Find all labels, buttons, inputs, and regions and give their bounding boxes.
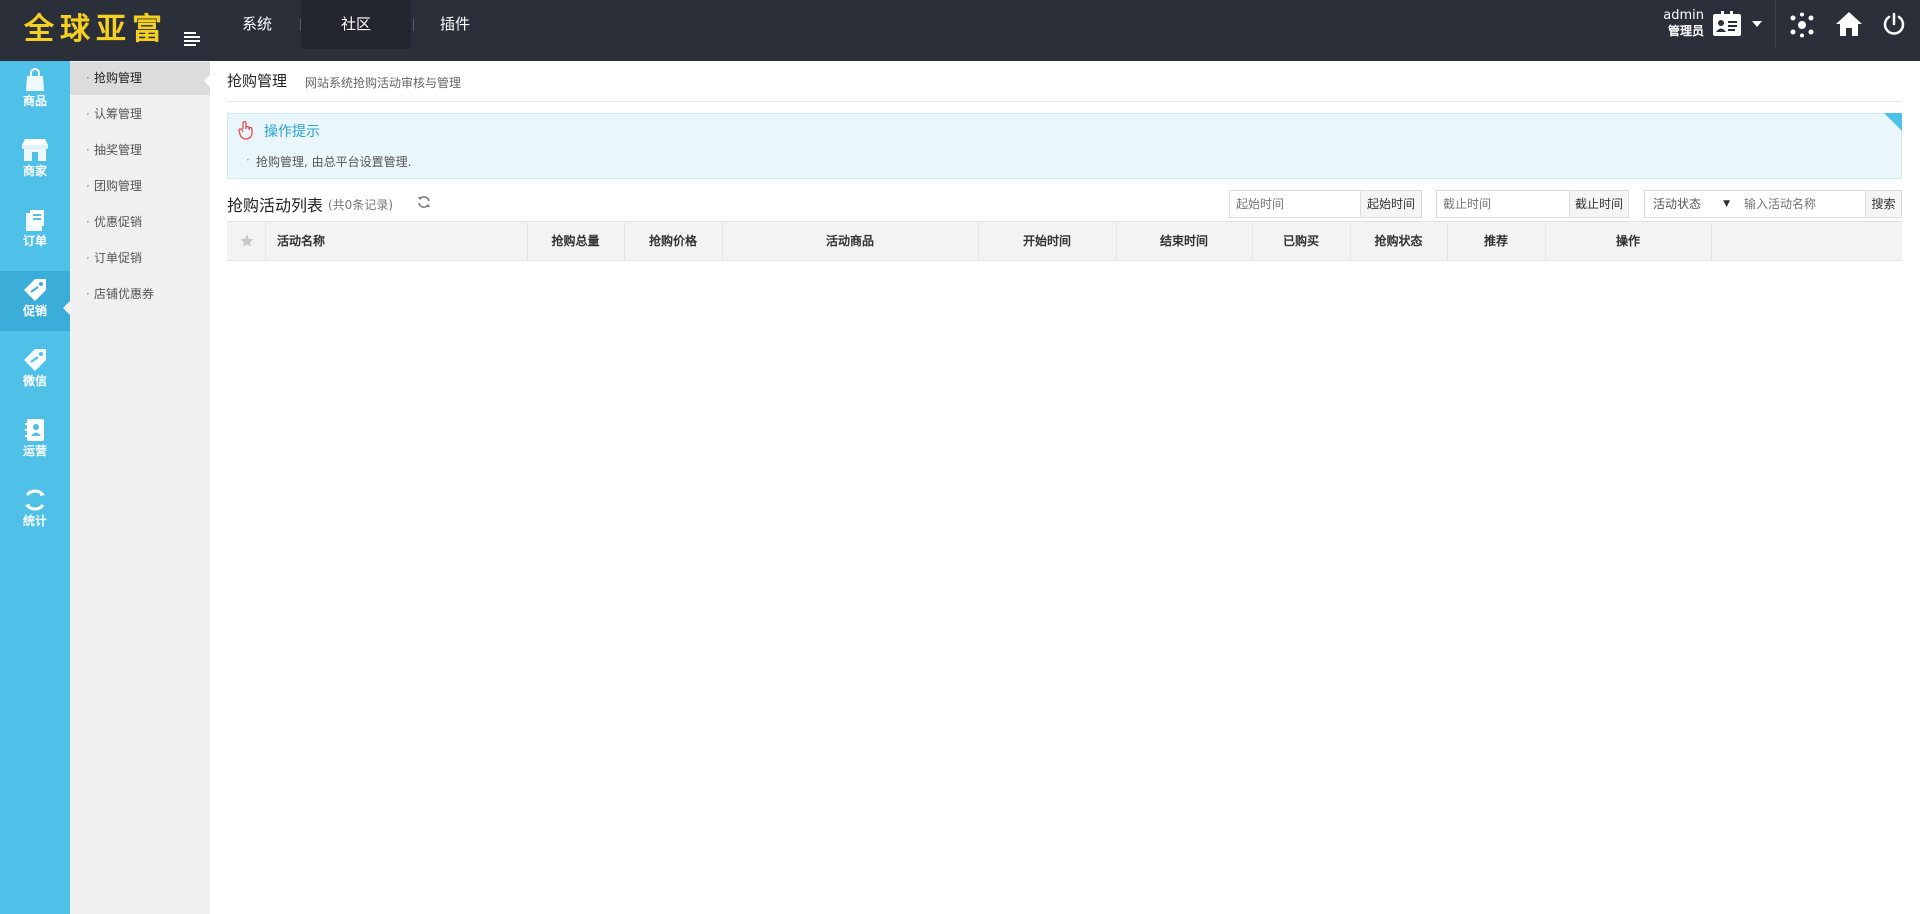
subnav-item-discounts[interactable]: 优惠促销	[70, 206, 210, 239]
subnav-item-label: 抢购管理	[94, 71, 143, 85]
top-nav-item-community[interactable]: 社区	[301, 0, 412, 49]
start-time-input[interactable]	[1229, 190, 1361, 218]
brand-logo[interactable]: 全球亚富	[24, 8, 168, 52]
caret-down-icon: ▼	[1723, 199, 1730, 209]
sidebar-item-promotions[interactable]: 促销	[0, 271, 70, 331]
subnav-item-store-coupons[interactable]: 店铺优惠券	[70, 278, 210, 311]
sidebar-item-label: 微信	[22, 374, 47, 388]
top-bar: 全球亚富 系统 社区 插件 admin 管理员	[0, 0, 1920, 61]
column-header-status: 抢购状态	[1374, 234, 1423, 248]
subnav-item-flash-sale[interactable]: 抢购管理	[70, 62, 211, 95]
subnav-item-label: 优惠促销	[94, 215, 143, 229]
top-divider	[1775, 0, 1776, 49]
column-divider	[265, 222, 266, 260]
tips-item: 抢购管理, 由总平台设置管理.	[246, 153, 411, 170]
sidebar-item-label: 运营	[22, 444, 47, 458]
column-header-purchased: 已购买	[1282, 234, 1319, 248]
sidebar-item-orders[interactable]: 订单	[0, 201, 70, 261]
collapse-corner-toggle[interactable]	[1884, 113, 1902, 131]
column-header-recommend: 推荐	[1483, 234, 1508, 248]
subnav-item-label: 认筹管理	[94, 107, 143, 121]
shopping-bag-icon	[26, 68, 44, 91]
search-button[interactable]: 搜索	[1865, 190, 1902, 218]
hand-pointer-icon	[238, 120, 253, 140]
sidebar-item-label: 商家	[22, 164, 47, 178]
sidebar-item-goods[interactable]: 商品	[0, 61, 70, 121]
chevron-down-icon[interactable]	[1752, 21, 1762, 27]
secondary-sidebar: 抢购管理 认筹管理 抽奖管理 团购管理 优惠促销 订单促销 店铺优惠券	[70, 61, 211, 914]
subnav-item-lottery[interactable]: 抽奖管理	[70, 134, 210, 167]
column-header-activity-name: 活动名称	[277, 234, 326, 248]
column-header-start-time: 开始时间	[1022, 234, 1071, 248]
top-nav-item-system[interactable]: 系统	[216, 0, 298, 49]
list-title: 抢购活动列表	[227, 196, 324, 215]
main-content: 抢购管理 网站系统抢购活动审核与管理 操作提示 抢购管理, 由总平台设置管理. …	[210, 61, 1920, 914]
column-header-end-time: 结束时间	[1159, 234, 1208, 248]
start-time-button[interactable]: 起始时间	[1360, 190, 1422, 218]
wechat-icon	[24, 349, 46, 371]
price-tag-icon	[24, 279, 46, 301]
subnav-item-crowdfunding[interactable]: 认筹管理	[70, 98, 210, 131]
sidebar-item-wechat[interactable]: 微信	[0, 341, 70, 401]
sidebar-item-label: 订单	[22, 234, 47, 248]
end-time-button[interactable]: 截止时间	[1569, 190, 1629, 218]
primary-sidebar: 商品 商家 订单 促销 微信 运营 统计	[0, 61, 70, 914]
tips-panel: 操作提示 抢购管理, 由总平台设置管理.	[227, 113, 1902, 179]
table-header: 活动名称 抢购总量 抢购价格 活动商品 开始时间 结束时间 已购买 抢购状态 推…	[227, 221, 1902, 261]
activity-name-input[interactable]	[1738, 190, 1866, 218]
sidebar-item-merchants[interactable]: 商家	[0, 131, 70, 191]
subnav-item-label: 抽奖管理	[94, 143, 143, 157]
operations-icon	[25, 419, 44, 441]
refresh-icon[interactable]	[417, 195, 431, 209]
sidebar-item-label: 统计	[22, 514, 47, 528]
active-indicator	[63, 301, 70, 315]
user-name: admin	[1663, 8, 1704, 23]
sidebar-item-statistics[interactable]: 统计	[0, 481, 70, 541]
power-icon[interactable]	[1882, 12, 1906, 36]
sidebar-item-operations[interactable]: 运营	[0, 411, 70, 471]
id-card-icon[interactable]	[1712, 11, 1742, 37]
user-info[interactable]: admin 管理员	[1660, 8, 1704, 39]
record-count: (共0条记录)	[328, 198, 393, 212]
subnav-item-label: 团购管理	[94, 179, 143, 193]
page-subtitle: 网站系统抢购活动审核与管理	[305, 76, 462, 90]
order-icon	[26, 210, 44, 231]
activity-status-select[interactable]: 活动状态 ▼	[1644, 190, 1738, 218]
sidebar-item-label: 商品	[22, 94, 47, 108]
column-header-price: 抢购价格	[648, 234, 697, 248]
column-divider	[1711, 222, 1712, 260]
title-divider	[227, 101, 1902, 102]
top-nav-item-plugins[interactable]: 插件	[414, 0, 496, 49]
home-icon[interactable]	[1835, 10, 1863, 38]
subnav-item-label: 店铺优惠券	[94, 287, 155, 301]
list-indent-icon[interactable]	[182, 31, 202, 47]
column-header-total-quantity: 抢购总量	[551, 234, 600, 248]
statistics-icon	[25, 489, 45, 511]
sidebar-item-label: 促销	[22, 304, 47, 318]
subnav-item-order-promotions[interactable]: 订单促销	[70, 242, 210, 275]
top-nav: 系统 社区 插件	[216, 0, 498, 49]
subnav-item-label: 订单促销	[94, 251, 143, 265]
storefront-icon	[22, 139, 48, 161]
status-select-value: 活动状态	[1653, 197, 1702, 211]
tips-title: 操作提示	[264, 124, 320, 140]
end-time-input[interactable]	[1436, 190, 1570, 218]
user-role: 管理员	[1667, 24, 1704, 38]
subnav-item-group-buy[interactable]: 团购管理	[70, 170, 210, 203]
network-hub-icon[interactable]	[1789, 12, 1815, 38]
star-icon[interactable]	[240, 234, 254, 248]
column-header-goods: 活动商品	[825, 234, 874, 248]
column-header-actions: 操作	[1615, 234, 1640, 248]
page-title: 抢购管理	[227, 72, 288, 90]
